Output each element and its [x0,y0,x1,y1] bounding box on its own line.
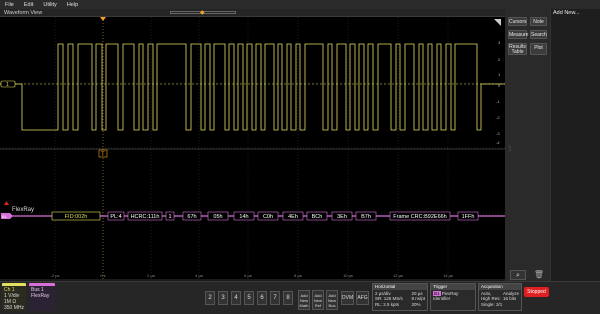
acquisition-title: Acquisition [479,284,521,290]
decode-packet-label: 1 [168,214,171,220]
waveform-view-header: Waveform View ◆ [0,9,505,17]
plot-button[interactable]: Plot [530,43,547,55]
results-table-button[interactable]: Results Table [508,43,527,55]
time-axis-label: 14 µs [443,273,453,278]
decode-packet-label: FID:002h [65,214,88,220]
menu-utility[interactable]: Utility [38,2,61,8]
menu-help[interactable]: Help [62,2,83,8]
channel-4-button[interactable]: 4 [231,291,241,305]
waveform-area[interactable]: 3 2 1 0 -1 -2 -3 -4 T 1 B1 FlexRay FID:0… [0,17,505,279]
horizontal-recordlength: RL: 2.5 kpts [375,301,400,307]
acq-bits: 16 bits [502,296,517,301]
channel-3-button[interactable]: 3 [218,291,228,305]
zoom-tool-icon[interactable]: ⌕ [510,270,526,280]
add-new-title: Add New... [553,10,580,16]
scale-label: 2 [498,57,501,62]
channel-7-button[interactable]: 7 [270,291,280,305]
decode-packet-label: Frame CRC:B92E66h [393,214,447,220]
horizontal-samplerate: SR: 125 MS/s [375,296,403,301]
decode-packet-label: 67h [187,214,196,220]
cursors-button[interactable]: Cursors [508,17,527,26]
horizontal-position: 20% [411,301,421,307]
scale-label: -1 [496,99,500,104]
trash-icon[interactable]: 🗑 [531,270,547,280]
time-axis-label: 0 s [100,273,105,278]
decode-packet-label: 14h [239,214,248,220]
menu-bar: File Edit Utility Help [0,0,600,9]
trigger-time-marker-icon[interactable] [100,17,106,21]
zoom-corner-icon[interactable] [494,19,501,26]
bus1-protocol: FlexRay [31,293,50,299]
time-axis-label: 8 µs [294,273,302,278]
ch1-marker-label: 1 [6,82,9,88]
run-stop-button[interactable]: Stopped [524,287,549,297]
time-axis-label: 6 µs [244,273,252,278]
menu-edit[interactable]: Edit [19,2,38,8]
decode-packet-label: PL:4 [110,214,121,220]
decode-packet-label: 05h [213,214,222,220]
ch1-badge[interactable]: Ch 1 1 V/div 1M Ω 350 MHz [2,283,26,311]
channel-2-button[interactable]: 2 [205,291,215,305]
scale-label: -4 [496,140,500,145]
scale-label: -3 [496,131,500,136]
trigger-bus-badge: B1 [433,290,441,296]
decode-packet-label: 1FFh [462,214,475,220]
channel-5-button[interactable]: 5 [244,291,254,305]
trigger-panel[interactable]: Trigger B1 FlexRay Identifier [430,283,476,311]
menu-file[interactable]: File [0,2,19,8]
horizontal-panel[interactable]: Horizontal 2 µs/div SR: 125 MS/s RL: 2.5… [372,283,428,311]
measure-button[interactable]: Measure [508,30,528,39]
warning-icon [4,201,9,205]
trigger-title: Trigger [431,284,475,290]
add-math-button[interactable]: Add New Math [298,290,310,310]
acq-highres: High Res: [481,296,501,301]
channel-8-button[interactable]: 8 [283,291,293,305]
channel-6-button[interactable]: 6 [257,291,267,305]
horizontal-resolution: 8 ns/pt [411,296,425,301]
trigger-position-icon[interactable]: ◆ [200,9,205,16]
add-ref-button[interactable]: Add New Ref [312,290,324,310]
trigger-t-glyph: T [101,152,105,158]
horizontal-title: Horizontal [373,284,427,290]
bus-marker-label: B1 [2,214,8,219]
scale-label: 3 [498,40,501,45]
time-axis-label: 10 µs [343,273,353,278]
search-button[interactable]: Search [530,30,547,39]
waveform-svg: 3 2 1 0 -1 -2 -3 -4 T 1 B1 FlexRay FID:0… [0,17,505,279]
scale-label: 1 [498,72,501,77]
decode-packet-label: HCRC:111h [131,214,160,220]
scale-label: -2 [496,115,500,120]
afg-button[interactable]: AFG [356,291,369,305]
decode-packet-label: BCh [312,214,323,220]
panel-splitter-icon[interactable]: ⋮ [507,145,513,152]
decode-packet-label: B7h [361,214,371,220]
time-axis-label: 2 µs [147,273,155,278]
time-axis-label: -2 µs [51,273,60,278]
time-axis-label: 12 µs [393,273,403,278]
add-new-panel [550,9,600,281]
acquisition-panel[interactable]: Acquisition Auto, High Res: Single: 3/1 … [478,283,522,311]
decode-packet-label: 3Eh [337,214,347,220]
bus-name: FlexRay [12,207,34,213]
trigger-source: FlexRay [441,290,459,296]
view-title: Waveform View [4,10,43,16]
time-axis-label: 4 µs [195,273,203,278]
trigger-type: Identifier [433,296,451,301]
decode-packet-label: 4Eh [288,214,298,220]
note-button[interactable]: Note [530,17,547,26]
dvm-button[interactable]: DVM [341,291,354,305]
ch1-bandwidth: 350 MHz [4,305,25,311]
decode-packet-label: C0h [263,214,273,220]
add-bus-button[interactable]: Add New Bus [326,290,338,310]
bus1-badge[interactable]: Bus 1 FlexRay [29,283,55,311]
acq-single: Single: 3/1 [481,301,503,307]
